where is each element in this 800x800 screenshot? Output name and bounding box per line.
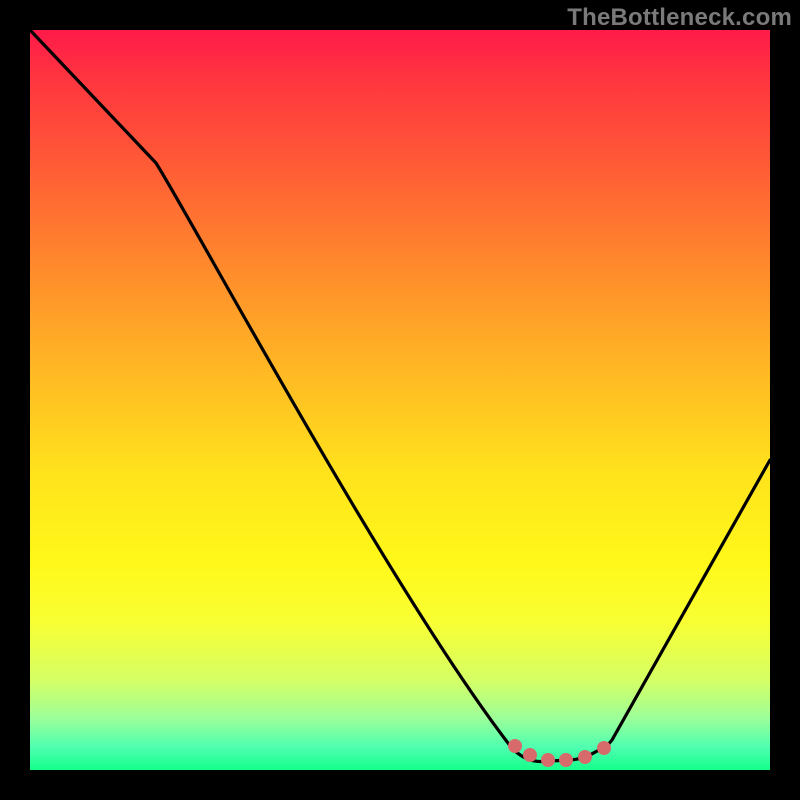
- chart-container: TheBottleneck.com: [0, 0, 800, 800]
- bottleneck-curve: [30, 30, 770, 762]
- marker-dot: [523, 748, 537, 762]
- marker-dot: [578, 750, 592, 764]
- plot-area: [30, 30, 770, 770]
- marker-dot: [508, 739, 522, 753]
- marker-dot: [541, 753, 555, 767]
- watermark-text: TheBottleneck.com: [567, 4, 792, 32]
- marker-dot: [597, 741, 611, 755]
- chart-svg: [30, 30, 770, 770]
- marker-dot: [559, 753, 573, 767]
